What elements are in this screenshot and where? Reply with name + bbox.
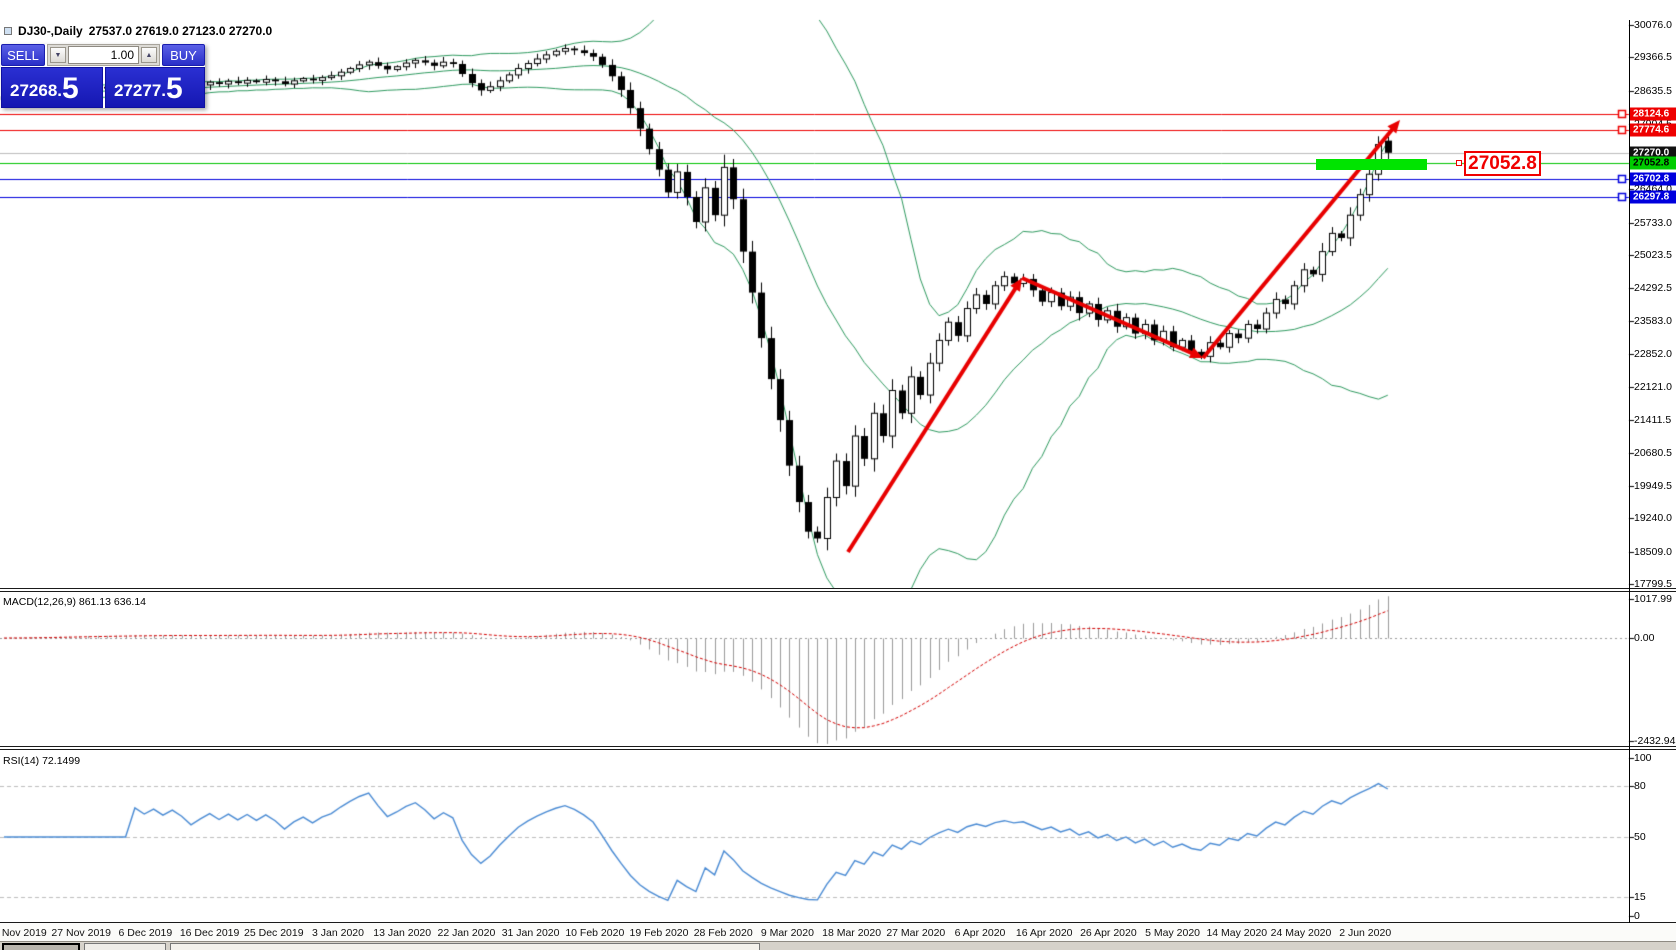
date-label: 24 May 2020 <box>1271 927 1332 939</box>
axis-tick-label: 25733.0 <box>1634 217 1672 229</box>
axis-tick-label: 0.00 <box>1634 632 1654 644</box>
axis-tick-label: 23583.0 <box>1634 315 1672 327</box>
chart-tab[interactable] <box>84 943 166 950</box>
chart-window-icon <box>4 27 12 35</box>
axis-tick-label: 100 <box>1634 752 1652 764</box>
price-tag-26702.8: 26702.8 <box>1630 172 1676 185</box>
date-label: 18 Mar 2020 <box>822 927 881 939</box>
date-label: 22 Jan 2020 <box>437 927 495 939</box>
axis-tick-label: 0 <box>1634 910 1640 922</box>
support-highlight-zone[interactable] <box>1316 159 1427 170</box>
date-label: 19 Feb 2020 <box>630 927 689 939</box>
price-callout-label[interactable]: 27052.8 <box>1464 151 1541 176</box>
buy-price-big-digit: 5 <box>166 74 183 104</box>
date-label: 3 Jan 2020 <box>312 927 364 939</box>
date-label: 10 Feb 2020 <box>565 927 624 939</box>
macd-rsi-separator[interactable] <box>0 746 1676 750</box>
sell-price-display[interactable]: 27268.5 <box>1 67 103 108</box>
rsi-label: RSI(14) 72.1499 <box>3 755 80 767</box>
chart-tab[interactable] <box>170 943 760 950</box>
date-label: 5 May 2020 <box>1145 927 1200 939</box>
date-label: 14 May 2020 <box>1206 927 1267 939</box>
one-click-trading-panel: SELL ▼ 1.00 ▲ BUY 27268.5 27277.5 <box>1 44 205 108</box>
axis-tick-label: 21411.5 <box>1634 414 1671 426</box>
buy-button[interactable]: BUY <box>162 44 205 66</box>
axis-tick-label: 80 <box>1634 780 1646 792</box>
price-tag-27774.6: 27774.6 <box>1630 123 1676 136</box>
date-label: 16 Apr 2020 <box>1016 927 1073 939</box>
date-label: 9 Mar 2020 <box>761 927 814 939</box>
date-label: 25 Dec 2019 <box>244 927 304 939</box>
date-label: 27 Mar 2020 <box>886 927 945 939</box>
volume-decrease-button[interactable]: ▼ <box>50 47 66 63</box>
axis-tick-label: 30076.0 <box>1634 19 1672 31</box>
date-label: 31 Jan 2020 <box>502 927 560 939</box>
axis-tick-label: 1017.99 <box>1634 593 1672 605</box>
axis-tick-label: 18509.0 <box>1634 546 1672 558</box>
chart-symbol-period: DJ30-,Daily <box>18 24 83 38</box>
axis-tick-label: 19240.0 <box>1634 512 1672 524</box>
date-label: 2 Jun 2020 <box>1339 927 1391 939</box>
chart-ohlc-values: 27537.0 27619.0 27123.0 27270.0 <box>89 24 273 38</box>
volume-input[interactable]: 1.00 <box>68 46 139 64</box>
price-tag-28124.6: 28124.6 <box>1630 107 1676 120</box>
mt4-platform-window: 新订单 自动交易 ⊕ ⊖ +▾ ◷▾ ↖ + | ─ ∕ <box>0 0 1676 950</box>
axis-tick-label: 25023.5 <box>1634 249 1672 261</box>
sell-button[interactable]: SELL <box>1 44 45 66</box>
macd-label: MACD(12,26,9) 861.13 636.14 <box>3 596 146 608</box>
buy-price-main: 27277. <box>114 78 166 104</box>
callout-anchor-marker <box>1456 160 1462 166</box>
chart-title-row: DJ30-,Daily 27537.0 27619.0 27123.0 2727… <box>4 24 272 38</box>
axis-tick-label: 22852.0 <box>1634 348 1672 360</box>
axis-tick-label: 22121.0 <box>1634 381 1672 393</box>
buy-price-display[interactable]: 27277.5 <box>105 67 205 108</box>
sell-price-big-digit: 5 <box>62 74 79 104</box>
date-label: 28 Feb 2020 <box>694 927 753 939</box>
date-label: 26 Apr 2020 <box>1080 927 1137 939</box>
date-label: 13 Jan 2020 <box>373 927 431 939</box>
axis-tick-label: 29366.5 <box>1634 51 1672 63</box>
price-tag-26297.8: 26297.8 <box>1630 191 1676 204</box>
time-axis: 18 Nov 2019 27 Nov 2019 6 Dec 2019 16 Dec 2… <box>0 923 1676 941</box>
date-label: 16 Dec 2019 <box>180 927 240 939</box>
axis-tick-label: 15 <box>1634 891 1646 903</box>
main-macd-separator[interactable] <box>0 588 1676 592</box>
volume-control: ▼ 1.00 ▲ <box>47 44 160 66</box>
axis-tick-label: 50 <box>1634 831 1646 843</box>
date-label: 18 Nov 2019 <box>0 927 47 939</box>
chart-canvas[interactable] <box>0 0 1676 950</box>
axis-tick-label: 20680.5 <box>1634 447 1672 459</box>
date-label: 6 Dec 2019 <box>119 927 173 939</box>
date-label: 6 Apr 2020 <box>955 927 1006 939</box>
chart-tab-active[interactable] <box>2 943 80 950</box>
axis-tick-label: 28635.5 <box>1634 85 1672 97</box>
sell-price-main: 27268. <box>10 78 62 104</box>
axis-tick-label: 17799.5 <box>1634 578 1672 590</box>
price-tag-27052.8: 27052.8 <box>1630 156 1676 169</box>
axis-tick-label: -2432.94 <box>1634 735 1675 747</box>
chart-tab-strip <box>0 941 1676 950</box>
axis-tick-label: 24292.5 <box>1634 282 1672 294</box>
axis-tick-label: 19949.5 <box>1634 480 1672 492</box>
volume-increase-button[interactable]: ▲ <box>141 47 157 63</box>
date-label: 27 Nov 2019 <box>51 927 111 939</box>
